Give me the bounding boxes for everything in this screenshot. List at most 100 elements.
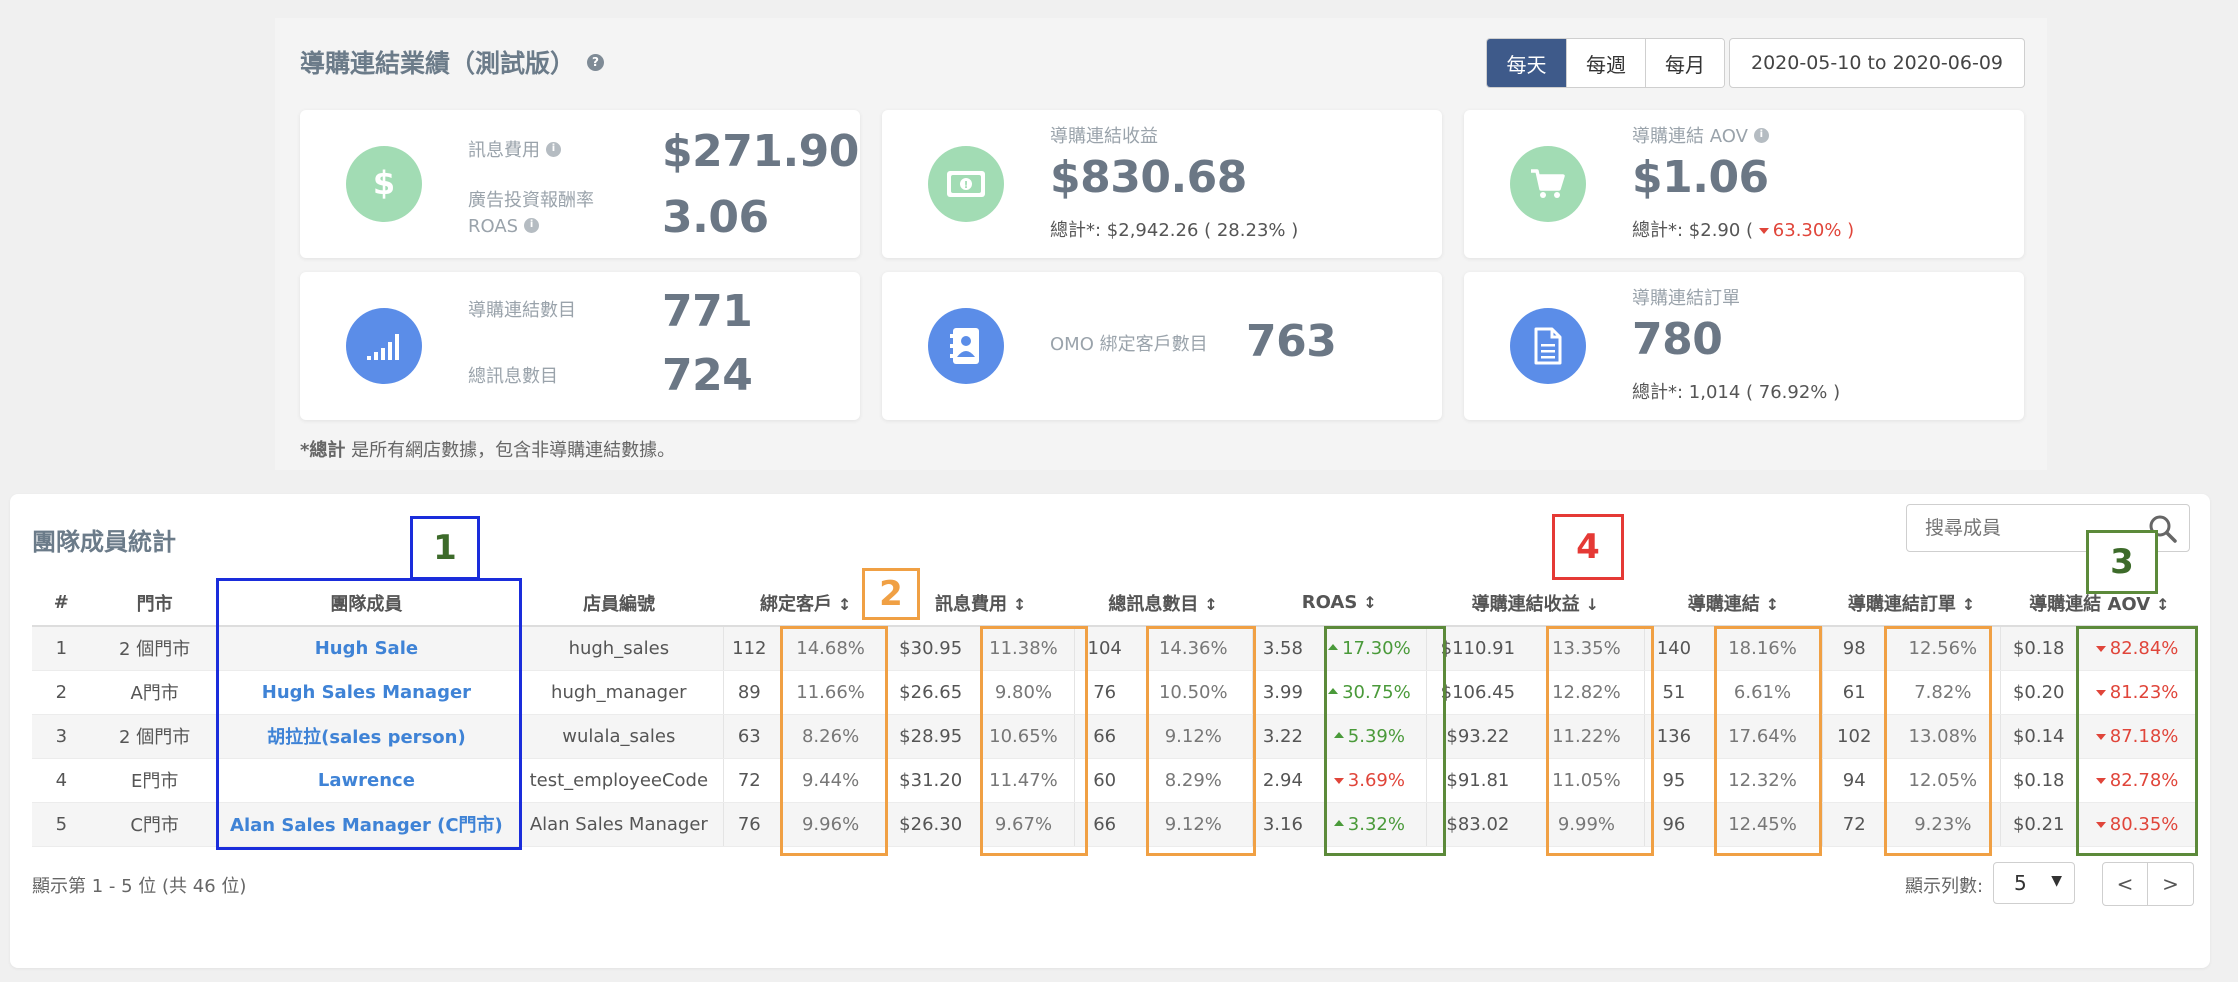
row-messages: 60: [1073, 758, 1135, 803]
table-row: 5 C門市 Alan Sales Manager (C門市) Alan Sales M…: [32, 802, 2198, 847]
help-icon[interactable]: i: [524, 217, 540, 233]
sort-desc-icon[interactable]: ↓: [1586, 595, 1599, 614]
row-links-pct: 18.16%: [1703, 626, 1823, 671]
row-links-pct: 12.45%: [1703, 802, 1823, 847]
row-member-link[interactable]: Lawrence: [218, 758, 515, 803]
svg-text:!: !: [964, 180, 969, 191]
row-member-link[interactable]: Hugh Sales Manager: [218, 670, 515, 715]
col-links[interactable]: 導購連結 ↕: [1644, 580, 1823, 627]
col-link-orders[interactable]: 導購連結訂單 ↕: [1822, 580, 2001, 627]
row-revenue-pct: 11.05%: [1529, 758, 1645, 803]
row-aov-change-text: 82.84%: [2109, 637, 2179, 659]
row-customers-pct: 11.66%: [774, 670, 888, 715]
row-customers: 72: [723, 758, 775, 803]
row-aov-change: 87.18%: [2076, 714, 2198, 759]
row-aov-change: 80.35%: [2076, 802, 2198, 847]
row-member-link[interactable]: Hugh Sale: [218, 626, 515, 671]
row-orders-pct: 12.05%: [1885, 758, 2001, 803]
help-icon[interactable]: i: [1753, 127, 1769, 143]
row-orders-pct: 7.82%: [1885, 670, 2001, 715]
row-customers: 76: [723, 802, 775, 847]
caret-down-icon: [2095, 821, 2106, 828]
link-count-label: 導購連結數目: [468, 300, 576, 321]
row-messages: 66: [1073, 714, 1135, 759]
row-roas-change-text: 17.30%: [1342, 637, 1411, 659]
row-aov-change-text: 81.23%: [2109, 681, 2179, 703]
row-member-link[interactable]: 胡拉拉(sales person): [218, 714, 515, 759]
pagination-info: 顯示第 1 - 5 位 (共 46 位): [32, 876, 247, 897]
row-revenue: $83.02: [1425, 802, 1529, 847]
caret-up-icon: [1333, 731, 1344, 738]
annotation-tag-4: 4: [1552, 514, 1624, 580]
row-links: 96: [1643, 802, 1704, 847]
period-monthly-button[interactable]: 每月: [1645, 39, 1724, 87]
row-roas: 3.16: [1251, 802, 1314, 847]
row-messages: 66: [1073, 802, 1135, 847]
help-icon[interactable]: i: [546, 141, 561, 157]
col-link-revenue[interactable]: 導購連結收益 ↓: [1426, 580, 1645, 627]
rows-per-page-select[interactable]: 5 ▼: [1993, 862, 2075, 904]
revenue-label: 導購連結收益: [1050, 126, 1158, 147]
table-row: 2 A門市 Hugh Sales Manager hugh_manager 89 11.6…: [32, 670, 2198, 715]
sort-icon[interactable]: ↕: [838, 595, 851, 614]
row-revenue-pct: 11.22%: [1529, 714, 1645, 759]
row-roas-change-text: 5.39%: [1347, 725, 1405, 747]
next-page-button[interactable]: >: [2148, 862, 2194, 906]
caret-down-icon: [1758, 228, 1769, 234]
card-link-count: 導購連結數目 771 總訊息數目 724: [300, 272, 860, 420]
caret-down-icon: [2095, 777, 2106, 784]
period-daily-button[interactable]: 每天: [1487, 39, 1566, 87]
row-orders-pct: 9.23%: [1885, 802, 2001, 847]
row-messages: 104: [1073, 626, 1135, 671]
period-weekly-button[interactable]: 每週: [1566, 39, 1645, 87]
col-staff-code: 店員編號: [514, 580, 724, 627]
row-links: 95: [1643, 758, 1704, 803]
aov-label: 導購連結 AOV i: [1632, 124, 1769, 150]
row-staff-code: test_employeeCode: [514, 758, 724, 803]
row-cost-pct: 11.47%: [973, 758, 1075, 803]
caret-up-icon: [1328, 643, 1339, 650]
row-customers-pct: 9.44%: [774, 758, 888, 803]
row-aov: $0.21: [2000, 802, 2077, 847]
row-cost: $30.95: [886, 626, 974, 671]
row-staff-code: Alan Sales Manager: [514, 802, 724, 847]
help-icon[interactable]: ?: [587, 53, 605, 71]
row-store: E門市: [90, 758, 219, 803]
row-links-pct: 6.61%: [1703, 670, 1823, 715]
row-messages-pct: 8.29%: [1134, 758, 1253, 803]
prev-page-button[interactable]: <: [2102, 862, 2148, 906]
row-revenue-pct: 13.35%: [1529, 626, 1645, 671]
date-range-picker[interactable]: 2020-05-10 to 2020-06-09: [1729, 38, 2025, 88]
row-messages-pct: 9.12%: [1134, 714, 1253, 759]
aov-total: 總計*: $2.90 ( 63.30% ): [1632, 220, 1855, 241]
sort-icon[interactable]: ↕: [2156, 595, 2169, 614]
caret-down-icon: [2095, 689, 2106, 696]
card-message-cost: $ 訊息費用 i $271.90 廣告投資報酬率 ROAS i 3.06: [300, 110, 860, 258]
row-messages-pct: 10.50%: [1134, 670, 1253, 715]
sort-icon[interactable]: ↕: [1766, 595, 1779, 614]
row-orders: 98: [1822, 626, 1886, 671]
row-index: 4: [32, 758, 91, 803]
row-links-pct: 12.32%: [1703, 758, 1823, 803]
row-member-link[interactable]: Alan Sales Manager (C門市): [218, 802, 515, 847]
col-message-count[interactable]: 總訊息數目 ↕: [1074, 580, 1253, 627]
sort-icon[interactable]: ↕: [1363, 593, 1376, 612]
caret-up-icon: [1328, 687, 1339, 694]
row-revenue-pct: 9.99%: [1529, 802, 1645, 847]
row-cost: $26.30: [886, 802, 974, 847]
row-aov: $0.18: [2000, 758, 2077, 803]
row-cost: $26.65: [886, 670, 974, 715]
row-roas-change: 3.32%: [1313, 802, 1427, 847]
sort-icon[interactable]: ↕: [1013, 595, 1026, 614]
sort-icon[interactable]: ↕: [1962, 595, 1975, 614]
row-messages: 76: [1073, 670, 1135, 715]
annotation-tag-3: 3: [2086, 530, 2158, 594]
footnote: *總計 是所有網店數據，包含非導購連結數據。: [300, 440, 676, 461]
pager: < >: [2102, 862, 2194, 906]
row-links: 140: [1643, 626, 1704, 671]
row-index: 5: [32, 802, 91, 847]
row-aov: $0.14: [2000, 714, 2077, 759]
row-store: A門市: [90, 670, 219, 715]
col-roas[interactable]: ROAS ↕: [1252, 580, 1427, 627]
sort-icon[interactable]: ↕: [1204, 595, 1217, 614]
